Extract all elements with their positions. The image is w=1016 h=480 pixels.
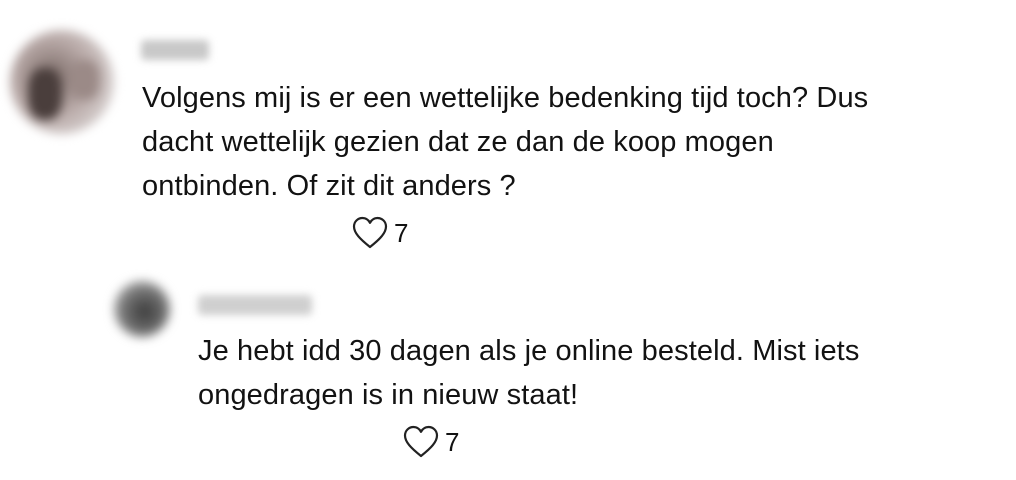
comment-line: Volgens mij is er een wettelijke bedenki… xyxy=(142,82,869,114)
comment-line: dacht wettelijk gezien dat ze dan de koo… xyxy=(142,126,774,158)
comment-thread: Volgens mij is er een wettelijke bedenki… xyxy=(0,0,1016,480)
heart-outline-icon xyxy=(352,216,388,250)
avatar[interactable] xyxy=(10,30,114,134)
comment-line: ontbinden. Of zit dit anders ? xyxy=(142,170,516,202)
avatar[interactable] xyxy=(114,281,170,337)
comment-text: Je hebt idd 30 dagen als je online beste… xyxy=(198,329,998,417)
author-name-blurred[interactable] xyxy=(198,295,312,315)
comment-text: Volgens mij is er een wettelijke bedenki… xyxy=(142,76,1002,208)
heart-outline-icon xyxy=(403,425,439,459)
like-count: 7 xyxy=(394,218,409,248)
like-button[interactable]: 7 xyxy=(403,425,459,459)
author-name-blurred[interactable] xyxy=(141,40,209,60)
comment-line: Je hebt idd 30 dagen als je online beste… xyxy=(198,335,860,367)
like-count: 7 xyxy=(445,427,460,457)
comment-line: ongedragen is in nieuw staat! xyxy=(198,379,579,411)
like-button[interactable]: 7 xyxy=(352,216,408,250)
